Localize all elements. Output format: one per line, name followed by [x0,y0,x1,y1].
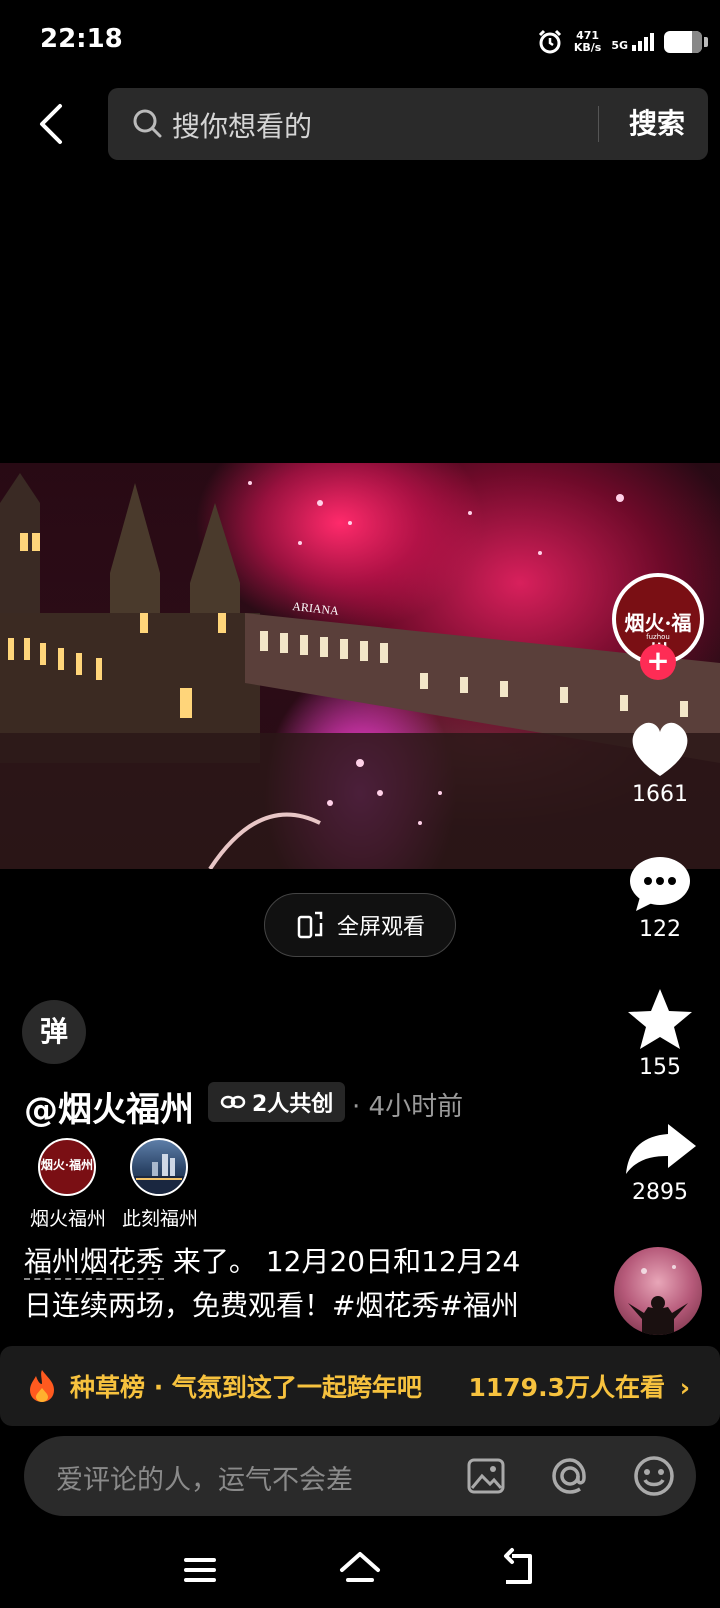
share-arrow-icon [626,1124,696,1174]
share-button[interactable]: 2895 [610,1120,710,1205]
description-topic-link[interactable]: 福州烟花秀 [24,1245,165,1280]
search-input[interactable]: 搜你想看的 [172,105,312,145]
city-skyline-image [132,1154,186,1194]
net-speed: 471 KB/s [573,29,602,54]
menu-icon [184,1558,216,1582]
hot-list-label: 种草榜 · 气氛到这了一起跨年吧 [70,1373,422,1402]
cocreator-name: 烟火福州 [29,1208,106,1230]
menu-button[interactable] [170,1540,230,1600]
post-description: 福州烟花秀 来了。 12月20日和12月24 日连续两场，免费观看！#烟花秀#福… [24,1240,584,1328]
video-player[interactable]: ARIANA [0,463,720,869]
cocreate-badge[interactable]: 2人共创 [208,1082,346,1122]
back-button[interactable] [30,100,74,148]
signal-indicator: 5G [611,33,654,51]
hot-viewers: 1179.3万人在看 › [468,1368,690,1404]
share-count: 2895 [632,1180,688,1205]
status-time: 22:18 [40,24,123,54]
cocreator-item[interactable]: 此刻福州 [110,1138,210,1231]
alarm-icon [538,29,561,54]
like-button[interactable]: 1661 [610,718,710,807]
rotate-screen-icon [297,911,323,939]
search-icon [133,109,162,138]
like-count: 1661 [632,782,688,807]
building-sign: ARIANA [292,599,340,618]
video-frame: ARIANA [0,473,720,869]
cocreator-avatar: 烟火·福州 [38,1138,96,1196]
favorite-count: 155 [639,1055,681,1080]
cocreator-name: 此刻福州 [121,1208,198,1230]
chat-bubble-icon [630,857,690,911]
back-nav-button[interactable] [490,1540,550,1600]
description-text-2: 日连续两场，免费观看！#烟花秀#福州 [24,1289,519,1322]
danmaku-button[interactable]: 弹 [22,1000,86,1064]
hot-viewers-count: 1179.3万人在看 [468,1373,665,1402]
search-divider [598,106,599,142]
post-time: · 4小时前 [352,1092,464,1122]
fullscreen-button[interactable]: 全屏观看 [264,893,456,957]
link-icon [220,1095,246,1109]
battery-icon [664,31,708,53]
emoji-icon[interactable] [632,1454,676,1498]
chevron-left-icon [40,104,62,144]
heart-icon [632,722,688,776]
home-icon [340,1552,380,1582]
author-name[interactable]: @烟火福州 [24,1082,194,1131]
fullscreen-label: 全屏观看 [336,915,425,940]
search-button[interactable]: 搜索 [606,88,708,160]
star-icon [628,989,692,1049]
music-avatar-image [628,1265,688,1335]
comment-input[interactable]: 爱评论的人，运气不会差 [24,1436,696,1516]
comment-count: 122 [639,917,681,942]
cocreator-avatar-logo: 烟火·福州 [40,1158,94,1172]
comment-button[interactable]: 122 [610,853,710,942]
cocreator-item[interactable]: 烟火·福州 烟火福州 [18,1138,118,1231]
hot-list-bar[interactable]: 种草榜 · 气氛到这了一起跨年吧 1179.3万人在看 › [0,1346,720,1426]
search-bar[interactable]: 搜你想看的 搜索 [108,88,708,160]
cocreator-avatar [130,1138,188,1196]
back-icon [504,1548,532,1584]
image-icon[interactable] [466,1456,506,1496]
follow-button[interactable]: + [640,644,676,680]
flame-icon [30,1370,54,1402]
music-avatar[interactable] [614,1247,702,1335]
chevron-right-icon: › [679,1373,690,1402]
home-button[interactable] [330,1540,390,1600]
favorite-button[interactable]: 155 [610,987,710,1080]
avatar-logo-sub: fuzhou [646,633,670,641]
comment-placeholder: 爱评论的人，运气不会差 [56,1465,353,1496]
at-icon[interactable] [548,1454,592,1498]
description-text-1: 来了。 12月20日和12月24 [164,1245,521,1278]
status-icons: 471 KB/s 5G [536,26,708,58]
cocreate-label: 2人共创 [252,1092,334,1117]
